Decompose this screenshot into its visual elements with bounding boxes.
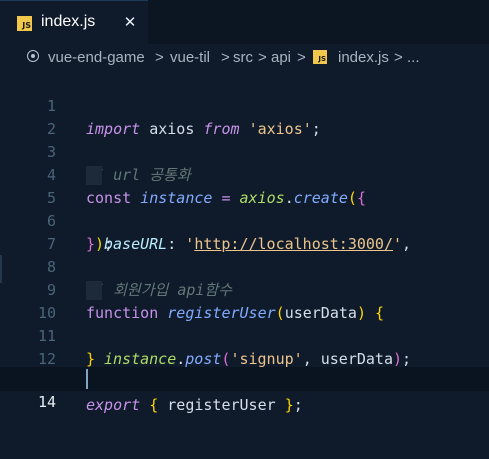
chevron-right-icon: > (221, 49, 230, 66)
code-line[interactable]: 9 function registerUser(userData) { (0, 256, 489, 322)
tab-index-js[interactable]: JS index.js ✕ (0, 0, 148, 44)
tab-bar: JS index.js ✕ (0, 0, 489, 44)
code-line[interactable]: 7 (0, 210, 489, 253)
js-file-icon: JS (313, 50, 327, 64)
tab-label: index.js (41, 13, 96, 30)
folder-symbol-icon (27, 50, 39, 62)
chevron-right-icon: > (297, 49, 306, 66)
code-editor[interactable]: 1 import axios from 'axios'; 2 3 // url … (0, 72, 489, 444)
breadcrumb: vue-end-game > vue-til > src > api > ind… (0, 44, 489, 72)
breadcrumb-item-index-js[interactable]: index.js (338, 49, 389, 66)
breadcrumb-item-api[interactable]: api (271, 49, 291, 66)
breadcrumb-item-vue-end-game[interactable]: vue-end-game (48, 49, 145, 66)
breadcrumb-item-src[interactable]: src (233, 49, 253, 66)
code-line[interactable]: 2 (0, 95, 489, 138)
code-line[interactable]: 1 import axios from 'axios'; (0, 72, 489, 138)
chevron-right-icon: > (258, 49, 267, 66)
close-icon[interactable]: ✕ (121, 11, 139, 33)
code-line[interactable]: 8 // 회원가입 api함수 (0, 233, 489, 299)
chevron-right-icon: > (155, 49, 164, 66)
indent-guide (86, 166, 102, 185)
code-line-current[interactable]: 14 (0, 367, 489, 411)
code-line[interactable]: 3 // url 공통화 (0, 118, 489, 184)
code-text: export { registerUser }; (86, 396, 303, 414)
code-line[interactable]: 12 (0, 325, 489, 368)
code-line[interactable]: 4 const instance = axios.create({ (0, 141, 489, 207)
js-file-icon: JS (17, 16, 32, 31)
code-line[interactable]: 5 baseURL: 'http://localhost:3000/', (0, 164, 489, 253)
code-line[interactable]: 6 }); (0, 187, 489, 253)
indent-guide (86, 281, 102, 300)
code-line[interactable]: 10 instance.post('signup', userData); (0, 279, 489, 368)
text-cursor (86, 369, 88, 389)
breadcrumb-item-vue-til[interactable]: vue-til (170, 49, 210, 66)
chevron-right-icon: > (394, 49, 403, 66)
breadcrumb-item-more[interactable]: ... (407, 49, 420, 66)
code-line[interactable]: 11 } (0, 302, 489, 368)
line-number: 14 (37, 393, 56, 411)
